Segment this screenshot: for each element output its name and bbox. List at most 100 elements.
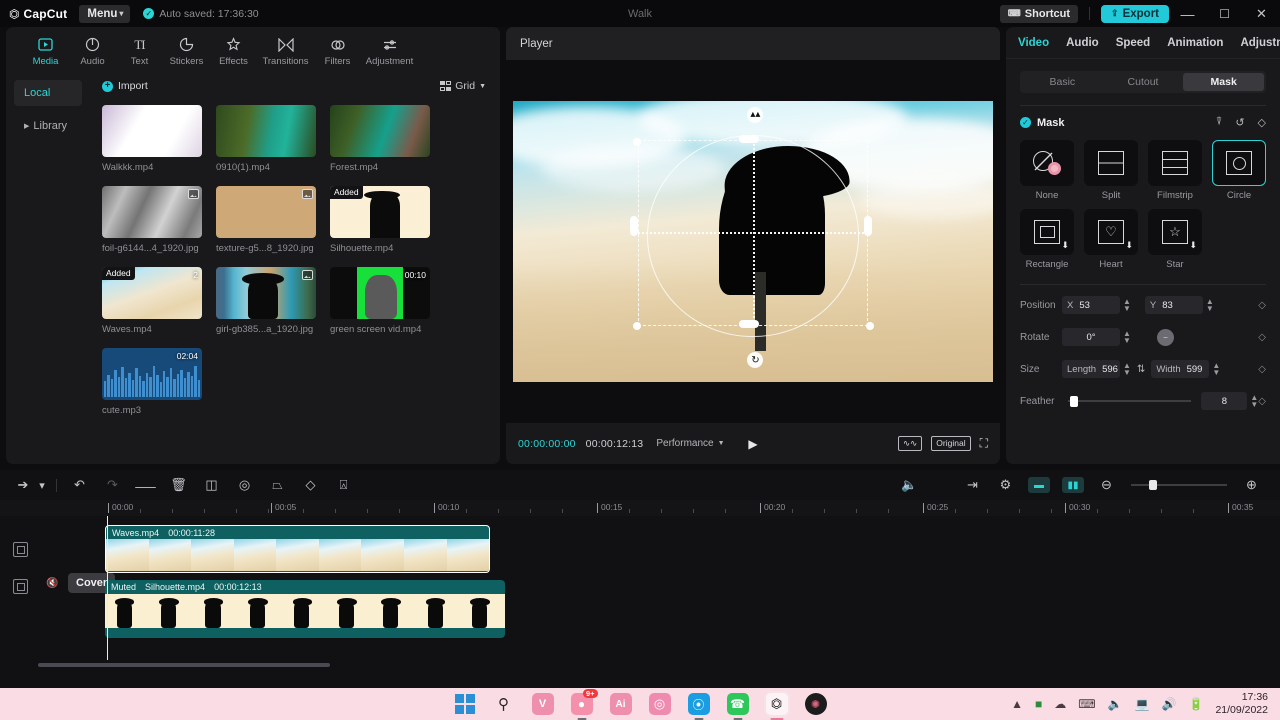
zoom-in-icon[interactable]: ⊕	[1235, 477, 1268, 493]
mask-shape-rectangle[interactable]: ⬇ Rectangle	[1020, 209, 1074, 270]
nav-tab-audio[interactable]: Audio	[69, 33, 116, 67]
menu-button[interactable]: Menu ▾	[79, 4, 131, 23]
media-item[interactable]: Added Silhouette.mp4	[330, 186, 430, 254]
media-item[interactable]: Added 2 Waves.mp4	[102, 267, 202, 335]
feather-handle-icon[interactable]: ▴▴	[747, 106, 764, 123]
waveform-toggle-icon[interactable]: ∿∿	[898, 435, 923, 452]
sidebar-item-library[interactable]: ▶ Library	[14, 113, 82, 139]
media-item[interactable]: 02:04 cute.mp3	[102, 348, 202, 416]
aspect-ratio-button[interactable]: Original	[931, 435, 971, 452]
mask-handle-top[interactable]	[738, 135, 759, 144]
tab-speed[interactable]: Speed	[1116, 37, 1151, 49]
position-keyframe-icon[interactable]: ◇	[1258, 300, 1266, 311]
media-item[interactable]: girl-gb385...a_1920.jpg	[216, 267, 316, 335]
mask-shape-split[interactable]: Split	[1084, 140, 1138, 201]
trim-icon[interactable]: ⇥	[956, 477, 989, 493]
position-x-field[interactable]: X 53	[1062, 296, 1120, 314]
edge-icon[interactable]: ⦿	[687, 693, 710, 715]
maximize-button[interactable]: ☐	[1206, 0, 1243, 27]
mask-shape-star[interactable]: ☆ ⬇ Star	[1148, 209, 1202, 270]
reverse-icon[interactable]: ◎	[228, 477, 261, 493]
close-button[interactable]: ✕	[1243, 0, 1280, 27]
rotate-handle-icon[interactable]: ↻	[747, 352, 764, 369]
size-length-stepper[interactable]: ▲ ▼	[1123, 361, 1131, 376]
mute-icon[interactable]: 🔇	[46, 578, 58, 589]
sidebar-item-local[interactable]: Local	[14, 80, 82, 106]
position-y-stepper[interactable]: ▲ ▼	[1206, 297, 1214, 312]
media-item[interactable]: 00:10 green screen vid.mp4	[330, 267, 430, 335]
position-y-field[interactable]: Y 83	[1144, 296, 1203, 314]
size-length-field[interactable]: Length 596	[1062, 360, 1120, 378]
performance-dropdown[interactable]: Performance ▼	[656, 438, 724, 449]
media-item[interactable]: 0910(1).mp4	[216, 105, 316, 173]
mask-shape-heart[interactable]: ♡ ⬇ Heart	[1084, 209, 1138, 270]
size-width-stepper[interactable]: ▲ ▼	[1212, 361, 1220, 376]
mask-shape-none[interactable]: None	[1020, 140, 1074, 201]
segment-basic[interactable]: Basic	[1022, 73, 1103, 91]
split-icon[interactable]: ⸺	[129, 476, 162, 495]
link-ratio-icon[interactable]: ⇅	[1137, 364, 1145, 375]
playhead[interactable]	[107, 516, 108, 660]
mask-shape-circle[interactable]: Circle	[1212, 140, 1266, 201]
obs-icon[interactable]: ◎	[648, 693, 671, 715]
record-icon[interactable]: 🔈	[893, 477, 926, 493]
fullscreen-icon[interactable]: ⛶	[980, 436, 988, 451]
crop-icon[interactable]: ⍓	[327, 477, 360, 493]
mirror-icon[interactable]: ⏢	[261, 477, 294, 493]
timeline-clip-waves[interactable]: Waves.mp4 00:00:11:28	[105, 525, 490, 573]
rotate-stepper[interactable]: ▲ ▼	[1123, 329, 1131, 344]
nav-tab-stickers[interactable]: Stickers	[163, 33, 210, 67]
feather-slider[interactable]	[1068, 396, 1192, 407]
zoom-slider[interactable]	[1131, 480, 1227, 490]
redo-icon[interactable]: ↷	[96, 477, 129, 493]
mask-handle-tl[interactable]	[633, 137, 641, 146]
mask-handle-bl[interactable]	[633, 321, 641, 330]
search-icon[interactable]: ⚲	[493, 693, 515, 715]
mask-handle-br[interactable]	[865, 321, 874, 330]
shortcut-button[interactable]: ⌨ Shortcut	[999, 4, 1079, 23]
media-item[interactable]: texture-g5...8_1920.jpg	[216, 186, 316, 254]
capcut-icon[interactable]: ⏣	[765, 693, 788, 715]
export-button[interactable]: ⇪ Export	[1101, 4, 1169, 23]
media-item[interactable]: Forest.mp4	[330, 105, 430, 173]
feather-keyframe-icon[interactable]: ◇	[1258, 396, 1266, 407]
segment-cutout[interactable]: Cutout	[1103, 73, 1184, 91]
mask-handle-left[interactable]	[630, 216, 639, 237]
size-keyframe-icon[interactable]: ◇	[1258, 364, 1266, 375]
tool-dropdown-icon[interactable]: ▾	[34, 479, 50, 492]
nav-tab-text[interactable]: TI Text	[116, 33, 163, 68]
timeline-ruler[interactable]: 00:00 00:05 00:10 00:15 00:20 00:25 00:3…	[0, 500, 1280, 516]
nav-tab-filters[interactable]: Filters	[314, 33, 361, 67]
nav-tab-adjustment[interactable]: Adjustment	[361, 33, 418, 67]
tab-adjustment[interactable]: Adjustme	[1240, 37, 1280, 49]
mask-handle-bottom[interactable]	[738, 320, 759, 329]
tab-audio[interactable]: Audio	[1066, 37, 1099, 49]
rotate-dial[interactable]: −	[1156, 328, 1174, 346]
tab-animation[interactable]: Animation	[1167, 37, 1223, 49]
minimize-button[interactable]: —	[1169, 0, 1206, 27]
illustrator-icon[interactable]: Ai	[609, 693, 632, 715]
rotate-icon[interactable]: ◇	[294, 477, 327, 493]
magnet-icon[interactable]: ⚙	[989, 477, 1022, 493]
timeline-horizontal-scrollbar[interactable]	[38, 663, 330, 667]
nav-tab-media[interactable]: Media	[22, 33, 69, 67]
mask-shape-filmstrip[interactable]: Filmstrip	[1148, 140, 1202, 201]
camera-icon[interactable]: ✺	[804, 693, 827, 715]
delete-icon[interactable]: 🗑	[162, 477, 195, 493]
media-item[interactable]: Walkkk.mp4	[102, 105, 202, 173]
feather-field[interactable]: 8	[1201, 392, 1248, 410]
freeze-icon[interactable]: ◫	[195, 477, 228, 493]
vivaldi-icon[interactable]: V	[531, 693, 554, 715]
windows-start-icon[interactable]	[454, 693, 476, 715]
invert-mask-icon[interactable]: ⍒	[1216, 116, 1223, 129]
nav-tab-transitions[interactable]: Transitions	[257, 33, 314, 67]
mask-handle-right[interactable]	[864, 216, 873, 237]
import-button[interactable]: + Import	[102, 80, 148, 92]
tab-video[interactable]: Video	[1018, 37, 1049, 49]
adsorb-toggle-icon[interactable]: ▮▮	[1062, 477, 1084, 493]
rotate-field[interactable]: 0°	[1062, 328, 1120, 346]
whatsapp-icon[interactable]: ☎	[726, 693, 749, 715]
preview-canvas[interactable]: ▴▴ ↻	[513, 101, 993, 382]
track-video-icon[interactable]	[13, 579, 28, 594]
view-mode-dropdown[interactable]: Grid ▼	[439, 80, 490, 92]
